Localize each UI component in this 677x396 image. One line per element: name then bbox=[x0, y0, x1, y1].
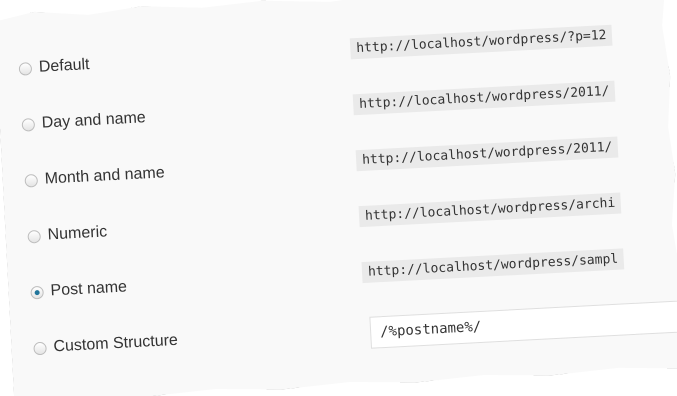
option-label-day-and-name: Day and name bbox=[41, 109, 147, 132]
radio-day-and-name[interactable] bbox=[22, 118, 36, 132]
example-url-month-and-name: http://localhost/wordpress/2011/ bbox=[356, 137, 619, 172]
option-label-custom-structure: Custom Structure bbox=[53, 331, 179, 356]
radio-custom-structure[interactable] bbox=[33, 342, 47, 356]
option-label-post-name: Post name bbox=[50, 278, 128, 300]
option-label-month-and-name: Month and name bbox=[44, 164, 166, 188]
example-url-default: http://localhost/wordpress/?p=12 bbox=[350, 25, 613, 60]
example-url-post-name: http://localhost/wordpress/sampl bbox=[361, 248, 624, 283]
permalink-settings-panel: Default http://localhost/wordpress/?p=12… bbox=[0, 0, 677, 396]
example-url-numeric: http://localhost/wordpress/archi bbox=[359, 192, 622, 227]
example-url-day-and-name: http://localhost/wordpress/2011/ bbox=[353, 81, 616, 116]
screenshot-stage: Default http://localhost/wordpress/?p=12… bbox=[0, 0, 677, 396]
custom-structure-input[interactable] bbox=[369, 299, 677, 348]
radio-default[interactable] bbox=[19, 62, 33, 76]
radio-month-and-name[interactable] bbox=[24, 174, 38, 188]
option-label-default: Default bbox=[38, 56, 90, 76]
option-label-numeric: Numeric bbox=[47, 223, 108, 244]
radio-post-name[interactable] bbox=[30, 286, 44, 300]
radio-numeric[interactable] bbox=[27, 230, 41, 244]
